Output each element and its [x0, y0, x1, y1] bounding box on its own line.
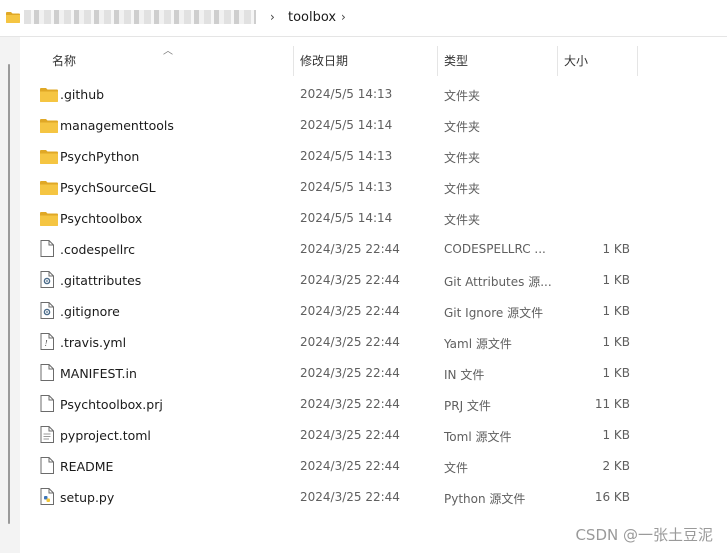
config-file-icon [40, 271, 58, 288]
file-size: 11 KB [594, 397, 630, 411]
file-modified-date: 2024/3/25 22:44 [300, 366, 400, 380]
file-type: 文件夹 [444, 182, 481, 196]
column-header-row: ︿ 名称 修改日期 类型 大小 [0, 46, 727, 76]
folder-icon [6, 12, 20, 23]
file-name: .gitignore [60, 304, 120, 319]
blurred-path [24, 10, 256, 24]
file-type: Yaml 源文件 [444, 337, 512, 351]
file-type: Git Ignore 源文件 [444, 306, 544, 320]
folder-icon [40, 87, 58, 104]
file-type: Python 源文件 [444, 492, 526, 506]
file-type: 文件夹 [444, 120, 481, 134]
file-name: .gitattributes [60, 273, 142, 288]
file-modified-date: 2024/5/5 14:13 [300, 180, 393, 194]
file-modified-date: 2024/5/5 14:13 [300, 87, 393, 101]
python-file-icon [40, 488, 58, 505]
file-icon [40, 240, 58, 257]
file-size: 1 KB [602, 242, 630, 256]
file-type: 文件夹 [444, 151, 481, 165]
file-type: Git Attributes 源... [444, 275, 552, 289]
file-row[interactable]: ! .travis.yml 2024/3/25 22:44 Yaml 源文件 1 KB [0, 327, 727, 358]
chevron-right-icon[interactable]: › [341, 10, 346, 24]
file-row[interactable]: .github 2024/5/5 14:13 文件夹 [0, 79, 727, 110]
folder-icon [40, 149, 58, 166]
file-name: managementtools [60, 118, 174, 133]
file-name: setup.py [60, 490, 115, 505]
file-type: Toml 源文件 [444, 430, 512, 444]
file-modified-date: 2024/3/25 22:44 [300, 273, 400, 287]
file-row[interactable]: .codespellrc 2024/3/25 22:44 CODESPELLRC .… [0, 234, 727, 265]
file-size: 2 KB [602, 459, 630, 473]
file-modified-date: 2024/3/25 22:44 [300, 397, 400, 411]
file-row[interactable]: setup.py 2024/3/25 22:44 Python 源文件 16 KB [0, 482, 727, 513]
file-name: MANIFEST.in [60, 366, 137, 381]
config-file-icon [40, 302, 58, 319]
file-name: Psychtoolbox [60, 211, 143, 226]
file-name: .codespellrc [60, 242, 135, 257]
folder-icon [40, 180, 58, 197]
column-header-name[interactable]: 名称 [52, 46, 76, 76]
file-modified-date: 2024/5/5 14:14 [300, 118, 393, 132]
file-row[interactable]: MANIFEST.in 2024/3/25 22:44 IN 文件 1 KB [0, 358, 727, 389]
file-row[interactable]: managementtools 2024/5/5 14:14 文件夹 [0, 110, 727, 141]
file-modified-date: 2024/5/5 14:14 [300, 211, 393, 225]
folder-icon [40, 211, 58, 228]
column-header-size[interactable]: 大小 [564, 46, 588, 76]
sort-ascending-icon: ︿ [163, 46, 173, 57]
column-divider[interactable] [557, 46, 558, 76]
file-name: Psychtoolbox.prj [60, 397, 163, 412]
file-modified-date: 2024/3/25 22:44 [300, 335, 400, 349]
folder-icon [40, 118, 58, 135]
file-row[interactable]: PsychSourceGL 2024/5/5 14:13 文件夹 [0, 172, 727, 203]
file-type: PRJ 文件 [444, 399, 491, 413]
file-size: 1 KB [602, 335, 630, 349]
file-row[interactable]: Psychtoolbox 2024/5/5 14:14 文件夹 [0, 203, 727, 234]
column-divider[interactable] [437, 46, 438, 76]
file-modified-date: 2024/3/25 22:44 [300, 242, 400, 256]
file-row[interactable]: pyproject.toml 2024/3/25 22:44 Toml 源文件 1 K… [0, 420, 727, 451]
file-row[interactable]: .gitignore 2024/3/25 22:44 Git Ignore 源文件 1… [0, 296, 727, 327]
svg-text:!: ! [45, 339, 48, 348]
file-icon [40, 364, 58, 381]
column-divider[interactable] [293, 46, 294, 76]
file-modified-date: 2024/3/25 22:44 [300, 428, 400, 442]
file-type: 文件 [444, 461, 469, 475]
file-modified-date: 2024/3/25 22:44 [300, 304, 400, 318]
file-name: PsychSourceGL [60, 180, 156, 195]
file-type: IN 文件 [444, 368, 485, 382]
file-size: 1 KB [602, 304, 630, 318]
column-header-modified[interactable]: 修改日期 [300, 46, 348, 76]
file-modified-date: 2024/3/25 22:44 [300, 490, 400, 504]
file-name: pyproject.toml [60, 428, 151, 443]
file-modified-date: 2024/5/5 14:13 [300, 149, 393, 163]
file-list: .github 2024/5/5 14:13 文件夹 managementtools 2… [0, 79, 727, 513]
chevron-right-icon: › [270, 10, 275, 24]
file-size: 1 KB [602, 428, 630, 442]
watermark: CSDN @一张土豆泥 [575, 526, 713, 544]
file-modified-date: 2024/3/25 22:44 [300, 459, 400, 473]
file-row[interactable]: README 2024/3/25 22:44 文件 2 KB [0, 451, 727, 482]
column-divider[interactable] [637, 46, 638, 76]
file-type: CODESPELLRC ... [444, 242, 546, 256]
address-bar[interactable]: › toolbox › [0, 0, 727, 37]
file-name: README [60, 459, 114, 474]
file-row[interactable]: .gitattributes 2024/3/25 22:44 Git Attribu… [0, 265, 727, 296]
file-icon [40, 395, 58, 412]
breadcrumb-toolbox[interactable]: toolbox [288, 10, 336, 25]
file-name: .travis.yml [60, 335, 127, 350]
file-size: 1 KB [602, 366, 630, 380]
file-size: 1 KB [602, 273, 630, 287]
column-header-type[interactable]: 类型 [444, 46, 468, 76]
file-row[interactable]: Psychtoolbox.prj 2024/3/25 22:44 PRJ 文件 11 … [0, 389, 727, 420]
file-icon [40, 457, 58, 474]
file-type: 文件夹 [444, 89, 481, 103]
yaml-file-icon: ! [40, 333, 58, 350]
text-file-icon [40, 426, 58, 443]
file-row[interactable]: PsychPython 2024/5/5 14:13 文件夹 [0, 141, 727, 172]
file-name: .github [60, 87, 105, 102]
file-type: 文件夹 [444, 213, 481, 227]
file-name: PsychPython [60, 149, 140, 164]
file-size: 16 KB [594, 490, 630, 504]
